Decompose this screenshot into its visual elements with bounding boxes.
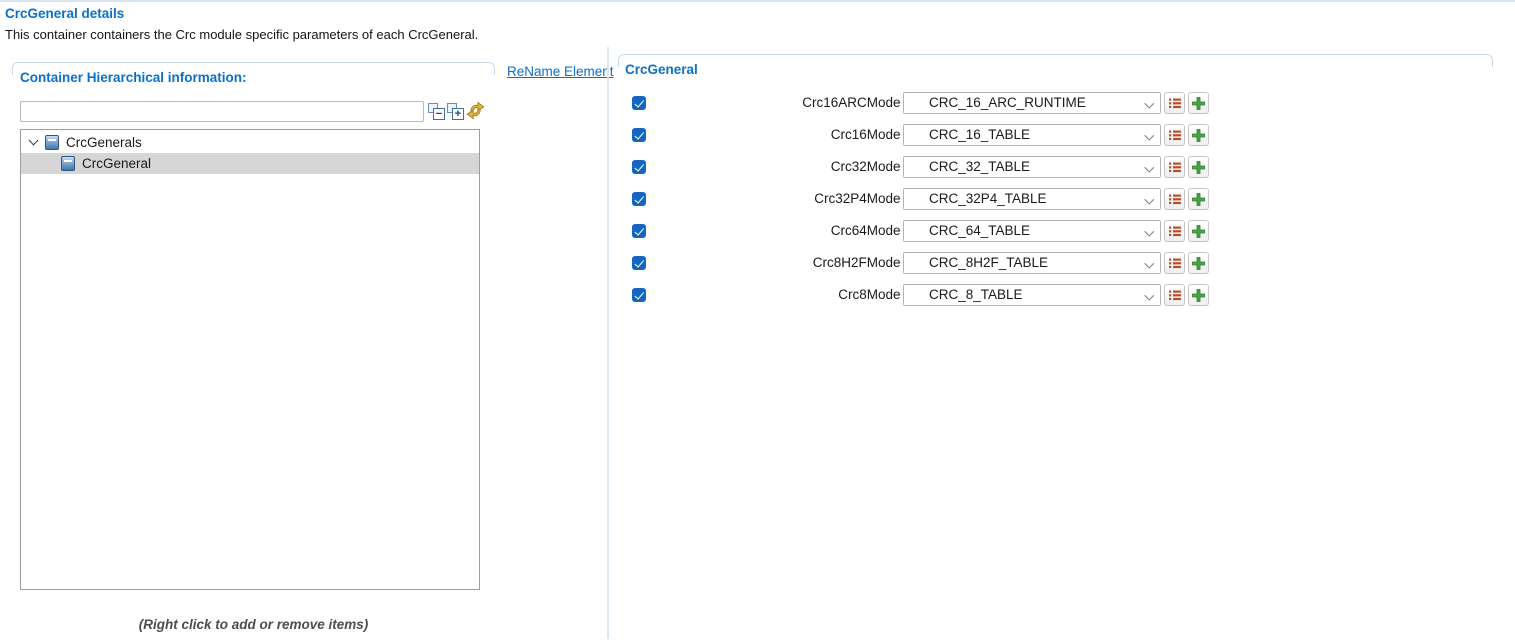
tree-item-label: CrcGenerals: [66, 135, 142, 150]
parameter-label: Crc16ARCMode :: [658, 92, 908, 114]
parameter-dropdown[interactable]: CRC_32_TABLE: [903, 156, 1161, 178]
parameter-row: Crc16ARCMode : CRC_16_ARC_RUNTIME: [618, 92, 1498, 114]
tree-item-crcgenerals[interactable]: CrcGenerals: [21, 132, 479, 153]
right-click-hint: (Right click to add or remove items): [12, 617, 495, 632]
list-icon: [1169, 258, 1181, 269]
refresh-icon[interactable]: [466, 101, 483, 118]
parameter-dropdown[interactable]: CRC_32P4_TABLE: [903, 188, 1161, 210]
chevron-down-icon: [1146, 228, 1153, 235]
list-icon: [1169, 162, 1181, 173]
parameter-value: CRC_32_TABLE: [929, 159, 1030, 174]
parameter-label: Crc32Mode :: [658, 156, 908, 178]
page-title: CrcGeneral details: [5, 6, 124, 21]
add-button[interactable]: [1188, 124, 1209, 146]
parameter-row: Crc8H2FMode : CRC_8H2F_TABLE: [618, 252, 1498, 274]
parameter-label: Crc64Mode :: [658, 220, 908, 242]
parameter-value: CRC_8H2F_TABLE: [929, 255, 1048, 270]
list-icon: [1169, 130, 1181, 141]
chevron-down-icon[interactable]: [30, 137, 38, 145]
container-icon: [61, 156, 75, 171]
container-icon: [45, 135, 59, 150]
parameter-rows: Crc16ARCMode : CRC_16_ARC_RUNTIME Crc16M…: [618, 92, 1498, 316]
add-button[interactable]: [1188, 220, 1209, 242]
plus-icon: [1192, 97, 1205, 110]
list-options-button[interactable]: [1164, 124, 1185, 146]
add-button[interactable]: [1188, 92, 1209, 114]
parameter-label: Crc32P4Mode :: [658, 188, 908, 210]
list-options-button[interactable]: [1164, 156, 1185, 178]
plus-icon: [1192, 161, 1205, 174]
add-button[interactable]: [1188, 188, 1209, 210]
parameter-checkbox[interactable]: [632, 256, 646, 270]
parameter-checkbox[interactable]: [632, 160, 646, 174]
list-icon: [1169, 194, 1181, 205]
list-options-button[interactable]: [1164, 188, 1185, 210]
parameter-row: Crc32P4Mode : CRC_32P4_TABLE: [618, 188, 1498, 210]
crcgeneral-section-title: CrcGeneral: [625, 62, 698, 77]
list-options-button[interactable]: [1164, 220, 1185, 242]
parameter-dropdown[interactable]: CRC_16_ARC_RUNTIME: [903, 92, 1161, 114]
parameter-row: Crc32Mode : CRC_32_TABLE: [618, 156, 1498, 178]
rename-element-link[interactable]: ReName Element: [507, 64, 614, 79]
parameter-dropdown[interactable]: CRC_16_TABLE: [903, 124, 1161, 146]
hierarchy-tree: CrcGenerals CrcGeneral: [20, 129, 480, 590]
parameter-checkbox[interactable]: [632, 288, 646, 302]
parameter-row: Crc8Mode : CRC_8_TABLE: [618, 284, 1498, 306]
chevron-down-icon: [1146, 292, 1153, 299]
parameter-checkbox[interactable]: [632, 192, 646, 206]
hierarchy-filter-input[interactable]: [20, 101, 424, 122]
tree-item-crcgeneral[interactable]: CrcGeneral: [21, 153, 479, 174]
collapse-all-icon-glyph: −: [433, 108, 445, 120]
plus-icon: [1192, 129, 1205, 142]
parameter-dropdown[interactable]: CRC_64_TABLE: [903, 220, 1161, 242]
plus-icon: [1192, 193, 1205, 206]
parameter-label: Crc16Mode :: [658, 124, 908, 146]
parameter-value: CRC_8_TABLE: [929, 287, 1023, 302]
expand-all-icon[interactable]: +: [447, 103, 464, 120]
chevron-down-icon: [1146, 132, 1153, 139]
chevron-down-icon: [1146, 196, 1153, 203]
parameter-checkbox[interactable]: [632, 128, 646, 142]
parameter-value: CRC_16_ARC_RUNTIME: [929, 95, 1086, 110]
list-icon: [1169, 226, 1181, 237]
parameter-value: CRC_32P4_TABLE: [929, 191, 1047, 206]
crcgeneral-section-border: [618, 54, 1493, 67]
collapse-all-icon[interactable]: −: [428, 103, 445, 120]
parameter-label: Crc8Mode :: [658, 284, 908, 306]
chevron-down-icon: [1146, 164, 1153, 171]
plus-icon: [1192, 289, 1205, 302]
add-button[interactable]: [1188, 252, 1209, 274]
list-options-button[interactable]: [1164, 284, 1185, 306]
parameter-value: CRC_64_TABLE: [929, 223, 1030, 238]
parameter-row: Crc64Mode : CRC_64_TABLE: [618, 220, 1498, 242]
expand-all-icon-glyph: +: [452, 108, 464, 120]
add-button[interactable]: [1188, 156, 1209, 178]
parameter-checkbox[interactable]: [632, 224, 646, 238]
page-description: This container containers the Crc module…: [5, 27, 478, 42]
panel-divider: [607, 47, 609, 639]
list-icon: [1169, 98, 1181, 109]
plus-icon: [1192, 225, 1205, 238]
list-options-button[interactable]: [1164, 92, 1185, 114]
parameter-dropdown[interactable]: CRC_8_TABLE: [903, 284, 1161, 306]
parameter-label: Crc8H2FMode :: [658, 252, 908, 274]
parameter-row: Crc16Mode : CRC_16_TABLE: [618, 124, 1498, 146]
plus-icon: [1192, 257, 1205, 270]
list-options-button[interactable]: [1164, 252, 1185, 274]
add-button[interactable]: [1188, 284, 1209, 306]
parameter-value: CRC_16_TABLE: [929, 127, 1030, 142]
chevron-down-icon: [1146, 100, 1153, 107]
hierarchy-section-title: Container Hierarchical information:: [20, 70, 247, 85]
chevron-down-icon: [1146, 260, 1153, 267]
parameter-dropdown[interactable]: CRC_8H2F_TABLE: [903, 252, 1161, 274]
tree-item-label: CrcGeneral: [82, 156, 151, 171]
list-icon: [1169, 290, 1181, 301]
parameter-checkbox[interactable]: [632, 96, 646, 110]
